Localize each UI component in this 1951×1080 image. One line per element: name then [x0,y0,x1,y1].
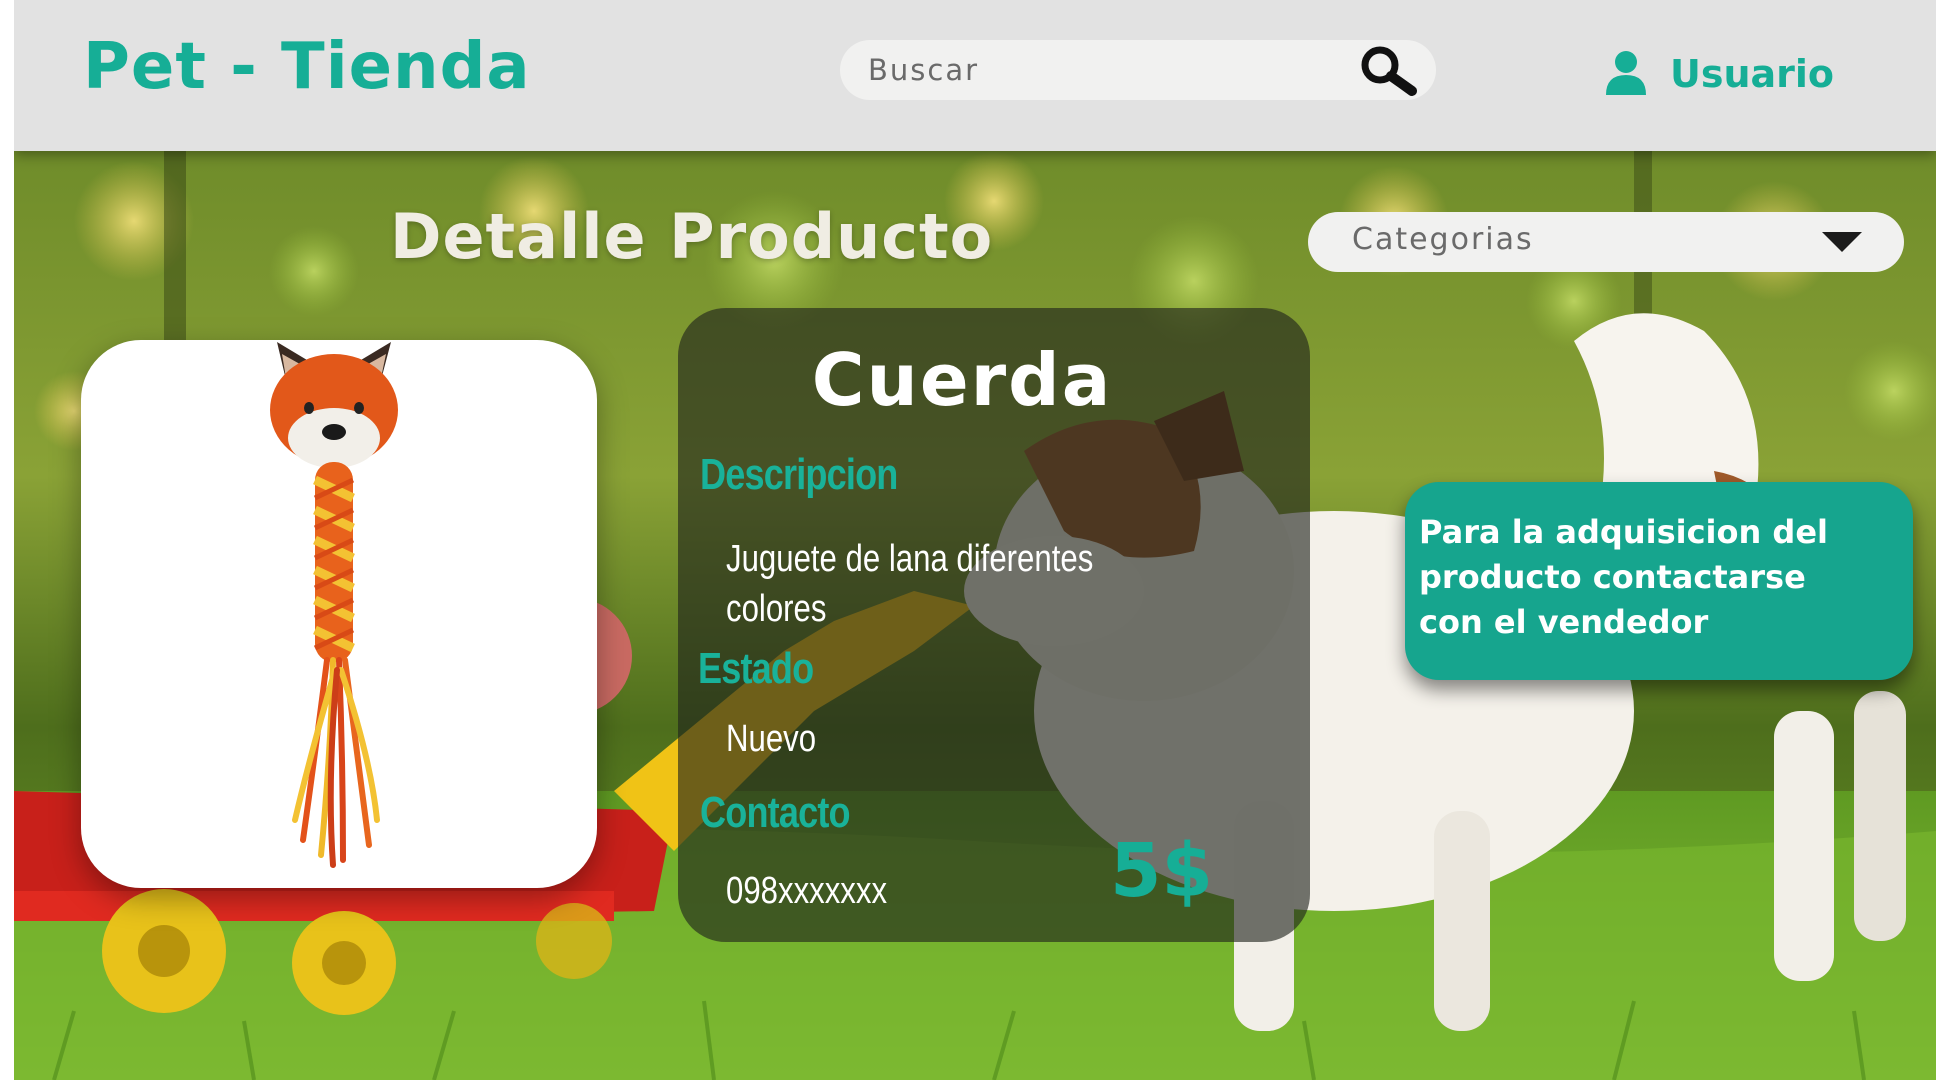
search-icon[interactable] [1354,45,1424,97]
description-value: Juguete de lana diferentes colores [726,538,1094,630]
product-image-card [81,340,597,888]
user-icon [1604,49,1648,99]
description-label: Descripcion [700,450,898,499]
contact-label: Contacto [700,788,851,837]
page-title: Detalle Producto [390,200,994,273]
categories-dropdown[interactable]: Categorias [1308,212,1904,272]
brand-logo[interactable]: Pet - Tienda [83,30,531,104]
search-bar [840,40,1436,100]
status-label: Estado [698,644,814,693]
top-bar: Pet - Tienda Usuario [14,0,1936,151]
search-input[interactable] [868,48,1338,92]
product-name: Cuerda [811,338,1113,422]
chevron-down-icon [1822,232,1862,252]
app-frame: Pet - Tienda Usuario Detalle Producto [14,0,1936,1080]
product-detail-panel: Cuerda Descripcion Juguete de lana difer… [678,308,1310,942]
user-label: Usuario [1670,52,1835,96]
categories-label: Categorias [1352,222,1534,257]
notice-text: Para la adquisicion del producto contact… [1419,513,1828,641]
status-value: Nuevo [726,718,817,760]
contact-value[interactable]: 098xxxxxxx [726,866,887,916]
product-image [270,342,398,868]
contact-seller-notice: Para la adquisicion del producto contact… [1405,482,1913,680]
user-menu[interactable]: Usuario [1604,48,1834,100]
product-price: 5$ [1110,828,1213,914]
